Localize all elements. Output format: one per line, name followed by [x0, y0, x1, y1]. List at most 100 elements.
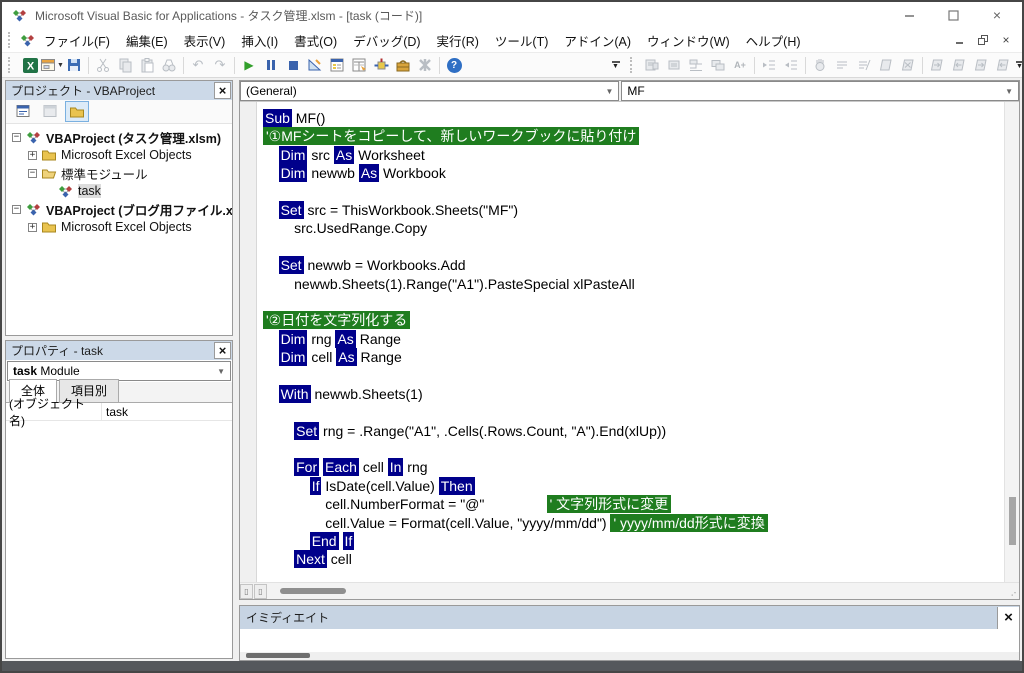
- properties-panel-close-icon[interactable]: ×: [214, 342, 231, 359]
- cut-button[interactable]: [92, 54, 114, 76]
- child-restore-icon[interactable]: [977, 34, 989, 46]
- project-panel-close-icon[interactable]: ×: [214, 82, 231, 99]
- horizontal-scrollbar-track[interactable]: [268, 583, 1003, 599]
- resize-grip-icon[interactable]: ⡠: [1003, 586, 1019, 597]
- outdent-button[interactable]: [780, 54, 802, 76]
- horizontal-scrollbar-thumb[interactable]: [280, 588, 346, 594]
- reset-button[interactable]: [282, 54, 304, 76]
- collapse-icon[interactable]: −: [12, 133, 21, 142]
- complete-word-button[interactable]: A+: [729, 54, 751, 76]
- menu-format[interactable]: 書式(O): [286, 28, 345, 53]
- menu-addins[interactable]: アドイン(A): [556, 28, 639, 53]
- menu-debug[interactable]: デバッグ(D): [345, 28, 428, 53]
- copy-button[interactable]: [114, 54, 136, 76]
- run-macro-button[interactable]: [414, 54, 436, 76]
- menu-window[interactable]: ウィンドウ(W): [639, 28, 738, 53]
- vertical-scrollbar-thumb[interactable]: [1009, 497, 1016, 545]
- toggle-breakpoint-button[interactable]: [809, 54, 831, 76]
- collapse-icon[interactable]: −: [28, 169, 37, 178]
- find-button[interactable]: [158, 54, 180, 76]
- list-properties-button[interactable]: [641, 54, 663, 76]
- code-editor[interactable]: Sub MF()'①MFシートをコピーして、新しいワークブックに貼り付け Dim…: [257, 102, 1004, 582]
- bookmark-nav2-button[interactable]: [992, 54, 1014, 76]
- view-code-button[interactable]: [11, 101, 35, 122]
- code-line: [263, 403, 1004, 421]
- view-object-button[interactable]: [38, 101, 62, 122]
- close-icon[interactable]: ×: [990, 8, 1004, 22]
- menu-view[interactable]: 表示(V): [176, 28, 234, 53]
- child-minimize-icon[interactable]: [954, 34, 966, 46]
- break-button[interactable]: [260, 54, 282, 76]
- object-dropdown[interactable]: (General) ▼: [240, 81, 619, 101]
- tree-item[interactable]: +Microsoft Excel Objects: [12, 218, 232, 236]
- next-bookmark-button[interactable]: [926, 54, 948, 76]
- minimize-icon[interactable]: [902, 8, 916, 22]
- parameter-info-button[interactable]: [707, 54, 729, 76]
- expand-icon[interactable]: +: [28, 151, 37, 160]
- menu-grip[interactable]: [8, 32, 14, 48]
- vertical-scrollbar[interactable]: [1004, 102, 1019, 582]
- toolbox-icon: [395, 57, 411, 73]
- code-line: With newwb.Sheets(1): [263, 385, 1004, 403]
- immediate-input-area[interactable]: [240, 629, 1019, 652]
- paste-button[interactable]: [136, 54, 158, 76]
- toolbar-options-button[interactable]: ▼: [1014, 54, 1024, 76]
- insert-userform-button[interactable]: ▼: [41, 54, 63, 76]
- code-text: [263, 147, 279, 163]
- menu-tools[interactable]: ツール(T): [487, 28, 556, 53]
- properties-panel-title: プロパティ - task: [11, 342, 103, 359]
- project-explorer-button[interactable]: [326, 54, 348, 76]
- redo-button[interactable]: ↷: [209, 54, 231, 76]
- object-browser-icon: [373, 57, 389, 73]
- toolbar-options-button[interactable]: ▼: [610, 54, 624, 76]
- quick-info-icon: [688, 57, 704, 73]
- design-mode-button[interactable]: [304, 54, 326, 76]
- menu-run[interactable]: 実行(R): [429, 28, 487, 53]
- child-close-icon[interactable]: ×: [1000, 34, 1012, 46]
- comment-block-button[interactable]: [831, 54, 853, 76]
- property-value[interactable]: task: [102, 405, 132, 419]
- maximize-icon[interactable]: [946, 8, 960, 22]
- menu-file[interactable]: ファイル(F): [36, 28, 118, 53]
- tree-item[interactable]: −VBAProject (タスク管理.xlsm): [12, 128, 232, 146]
- undo-button[interactable]: ↶: [187, 54, 209, 76]
- split-view-button[interactable]: ▯: [240, 584, 253, 599]
- object-browser-button[interactable]: [370, 54, 392, 76]
- view-microsoft-excel-button[interactable]: X: [19, 54, 41, 76]
- list-constants-button[interactable]: [663, 54, 685, 76]
- toggle-bookmark-button[interactable]: [875, 54, 897, 76]
- procedure-dropdown[interactable]: MF ▼: [621, 81, 1019, 101]
- expand-icon[interactable]: +: [28, 223, 37, 232]
- menu-insert[interactable]: 挿入(I): [233, 28, 286, 53]
- toolbar-grip[interactable]: [8, 57, 14, 73]
- code-margin-indicator-bar[interactable]: [240, 102, 257, 582]
- menu-edit[interactable]: 編集(E): [118, 28, 176, 53]
- title-bar: Microsoft Visual Basic for Applications …: [2, 2, 1022, 28]
- help-button[interactable]: ?: [443, 54, 465, 76]
- properties-window-button[interactable]: [348, 54, 370, 76]
- previous-bookmark-button[interactable]: [948, 54, 970, 76]
- tree-item[interactable]: −VBAProject (ブログ用ファイル.xlsx): [12, 200, 232, 218]
- clear-bookmarks-button[interactable]: [897, 54, 919, 76]
- tree-item[interactable]: −標準モジュール: [12, 164, 232, 182]
- split-view-button[interactable]: ▯: [254, 584, 267, 599]
- quick-info-button[interactable]: [685, 54, 707, 76]
- indent-button[interactable]: [758, 54, 780, 76]
- immediate-close-icon[interactable]: ×: [997, 607, 1019, 629]
- properties-object-name: task: [13, 364, 37, 378]
- tree-item[interactable]: +Microsoft Excel Objects: [12, 146, 232, 164]
- uncomment-block-button[interactable]: [853, 54, 875, 76]
- bookmark-nav-button[interactable]: [970, 54, 992, 76]
- tree-item[interactable]: task: [12, 182, 232, 200]
- save-button[interactable]: [63, 54, 85, 76]
- code-body: Sub MF()'①MFシートをコピーして、新しいワークブックに貼り付け Dim…: [240, 102, 1019, 582]
- properties-object-dropdown[interactable]: task Module ▼: [7, 361, 231, 381]
- toolbox-button[interactable]: [392, 54, 414, 76]
- immediate-scrollbar-thumb[interactable]: [246, 653, 310, 658]
- toggle-folders-button[interactable]: [65, 101, 89, 122]
- immediate-scrollbar[interactable]: [240, 652, 1019, 660]
- toolbar-grip[interactable]: [630, 57, 636, 73]
- run-button[interactable]: ▶: [238, 54, 260, 76]
- menu-help[interactable]: ヘルプ(H): [738, 28, 809, 53]
- collapse-icon[interactable]: −: [12, 205, 21, 214]
